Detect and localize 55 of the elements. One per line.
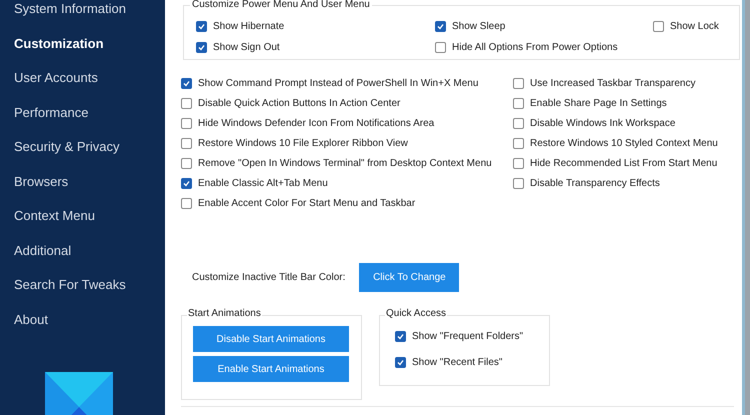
- checkbox[interactable]: [435, 21, 446, 32]
- checkbox[interactable]: [181, 78, 192, 89]
- checkbox-label: Restore Windows 10 File Explorer Ribbon View: [198, 138, 408, 150]
- checkbox[interactable]: [513, 98, 524, 109]
- checkbox-label: Hide Windows Defender Icon From Notifications Area: [198, 118, 434, 130]
- checkbox[interactable]: [513, 138, 524, 149]
- checkbox-label: Hide Recommended List From Start Menu: [530, 158, 718, 170]
- checkbox-label: Show Sign Out: [213, 42, 280, 54]
- checkbox[interactable]: [513, 78, 524, 89]
- checkbox[interactable]: [435, 42, 446, 53]
- checkbox-label: Use Increased Taskbar Transparency: [530, 78, 696, 90]
- sidebar-item[interactable]: Customization: [14, 36, 165, 70]
- checkbox-label: Disable Quick Action Buttons In Action Center: [198, 98, 400, 110]
- checkbox-label: Show Command Prompt Instead of PowerShell In Win+X Menu: [198, 78, 478, 90]
- checkbox[interactable]: [513, 178, 524, 189]
- checkbox-label: Show "Recent Files": [412, 356, 502, 368]
- sidebar-item[interactable]: Security & Privacy: [14, 139, 165, 174]
- checkbox-label: Enable Accent Color For Start Menu and Taskbar: [198, 198, 416, 210]
- animation-button[interactable]: Disable Start Animations: [193, 326, 349, 352]
- sidebar-item[interactable]: User Accounts: [14, 70, 165, 104]
- sidebar-item[interactable]: Additional: [14, 242, 165, 277]
- checkbox[interactable]: [196, 42, 207, 53]
- checkbox-label: Hide All Options From Power Options: [452, 42, 618, 54]
- checkbox[interactable]: [395, 357, 406, 368]
- checkbox-label: Enable Classic Alt+Tab Menu: [198, 178, 328, 190]
- checkbox-label: Show Sleep: [452, 20, 506, 32]
- checkbox-label: Show Hibernate: [213, 20, 284, 32]
- checkbox[interactable]: [181, 98, 192, 109]
- checkbox[interactable]: [513, 118, 524, 129]
- color-label: Customize Inactive Title Bar Color:: [192, 271, 346, 285]
- checkbox[interactable]: [653, 21, 664, 32]
- checkbox-label: Restore Windows 10 Styled Context Menu: [530, 138, 718, 150]
- checkbox[interactable]: [181, 178, 192, 189]
- checkbox[interactable]: [513, 158, 524, 169]
- checkbox[interactable]: [196, 21, 207, 32]
- change-color-button[interactable]: Click To Change: [359, 263, 460, 292]
- sidebar-item[interactable]: Context Menu: [14, 208, 165, 242]
- checkbox[interactable]: [181, 158, 192, 169]
- checkbox-label: Show Lock: [670, 20, 719, 32]
- sidebar-item[interactable]: About: [14, 312, 165, 346]
- checkbox-label: Enable Share Page In Settings: [530, 98, 667, 110]
- animation-button[interactable]: Enable Start Animations: [193, 356, 349, 382]
- checkbox[interactable]: [181, 118, 192, 129]
- sidebar-item[interactable]: Browsers: [14, 174, 165, 208]
- checkbox-label: Remove "Open In Windows Terminal" from Desktop Context Menu: [198, 158, 492, 170]
- sidebar-item[interactable]: System Information: [14, 1, 165, 36]
- group-title: Quick Access: [385, 308, 448, 320]
- checkbox[interactable]: [181, 138, 192, 149]
- checkbox[interactable]: [181, 198, 192, 209]
- sidebar-item[interactable]: Search For Tweaks: [14, 277, 165, 312]
- sidebar-item[interactable]: Performance: [14, 104, 165, 139]
- checkbox-label: Show "Frequent Folders": [412, 330, 524, 342]
- checkbox[interactable]: [395, 331, 406, 342]
- checkbox-label: Disable Transparency Effects: [530, 178, 660, 190]
- checkbox-label: Disable Windows Ink Workspace: [530, 118, 676, 130]
